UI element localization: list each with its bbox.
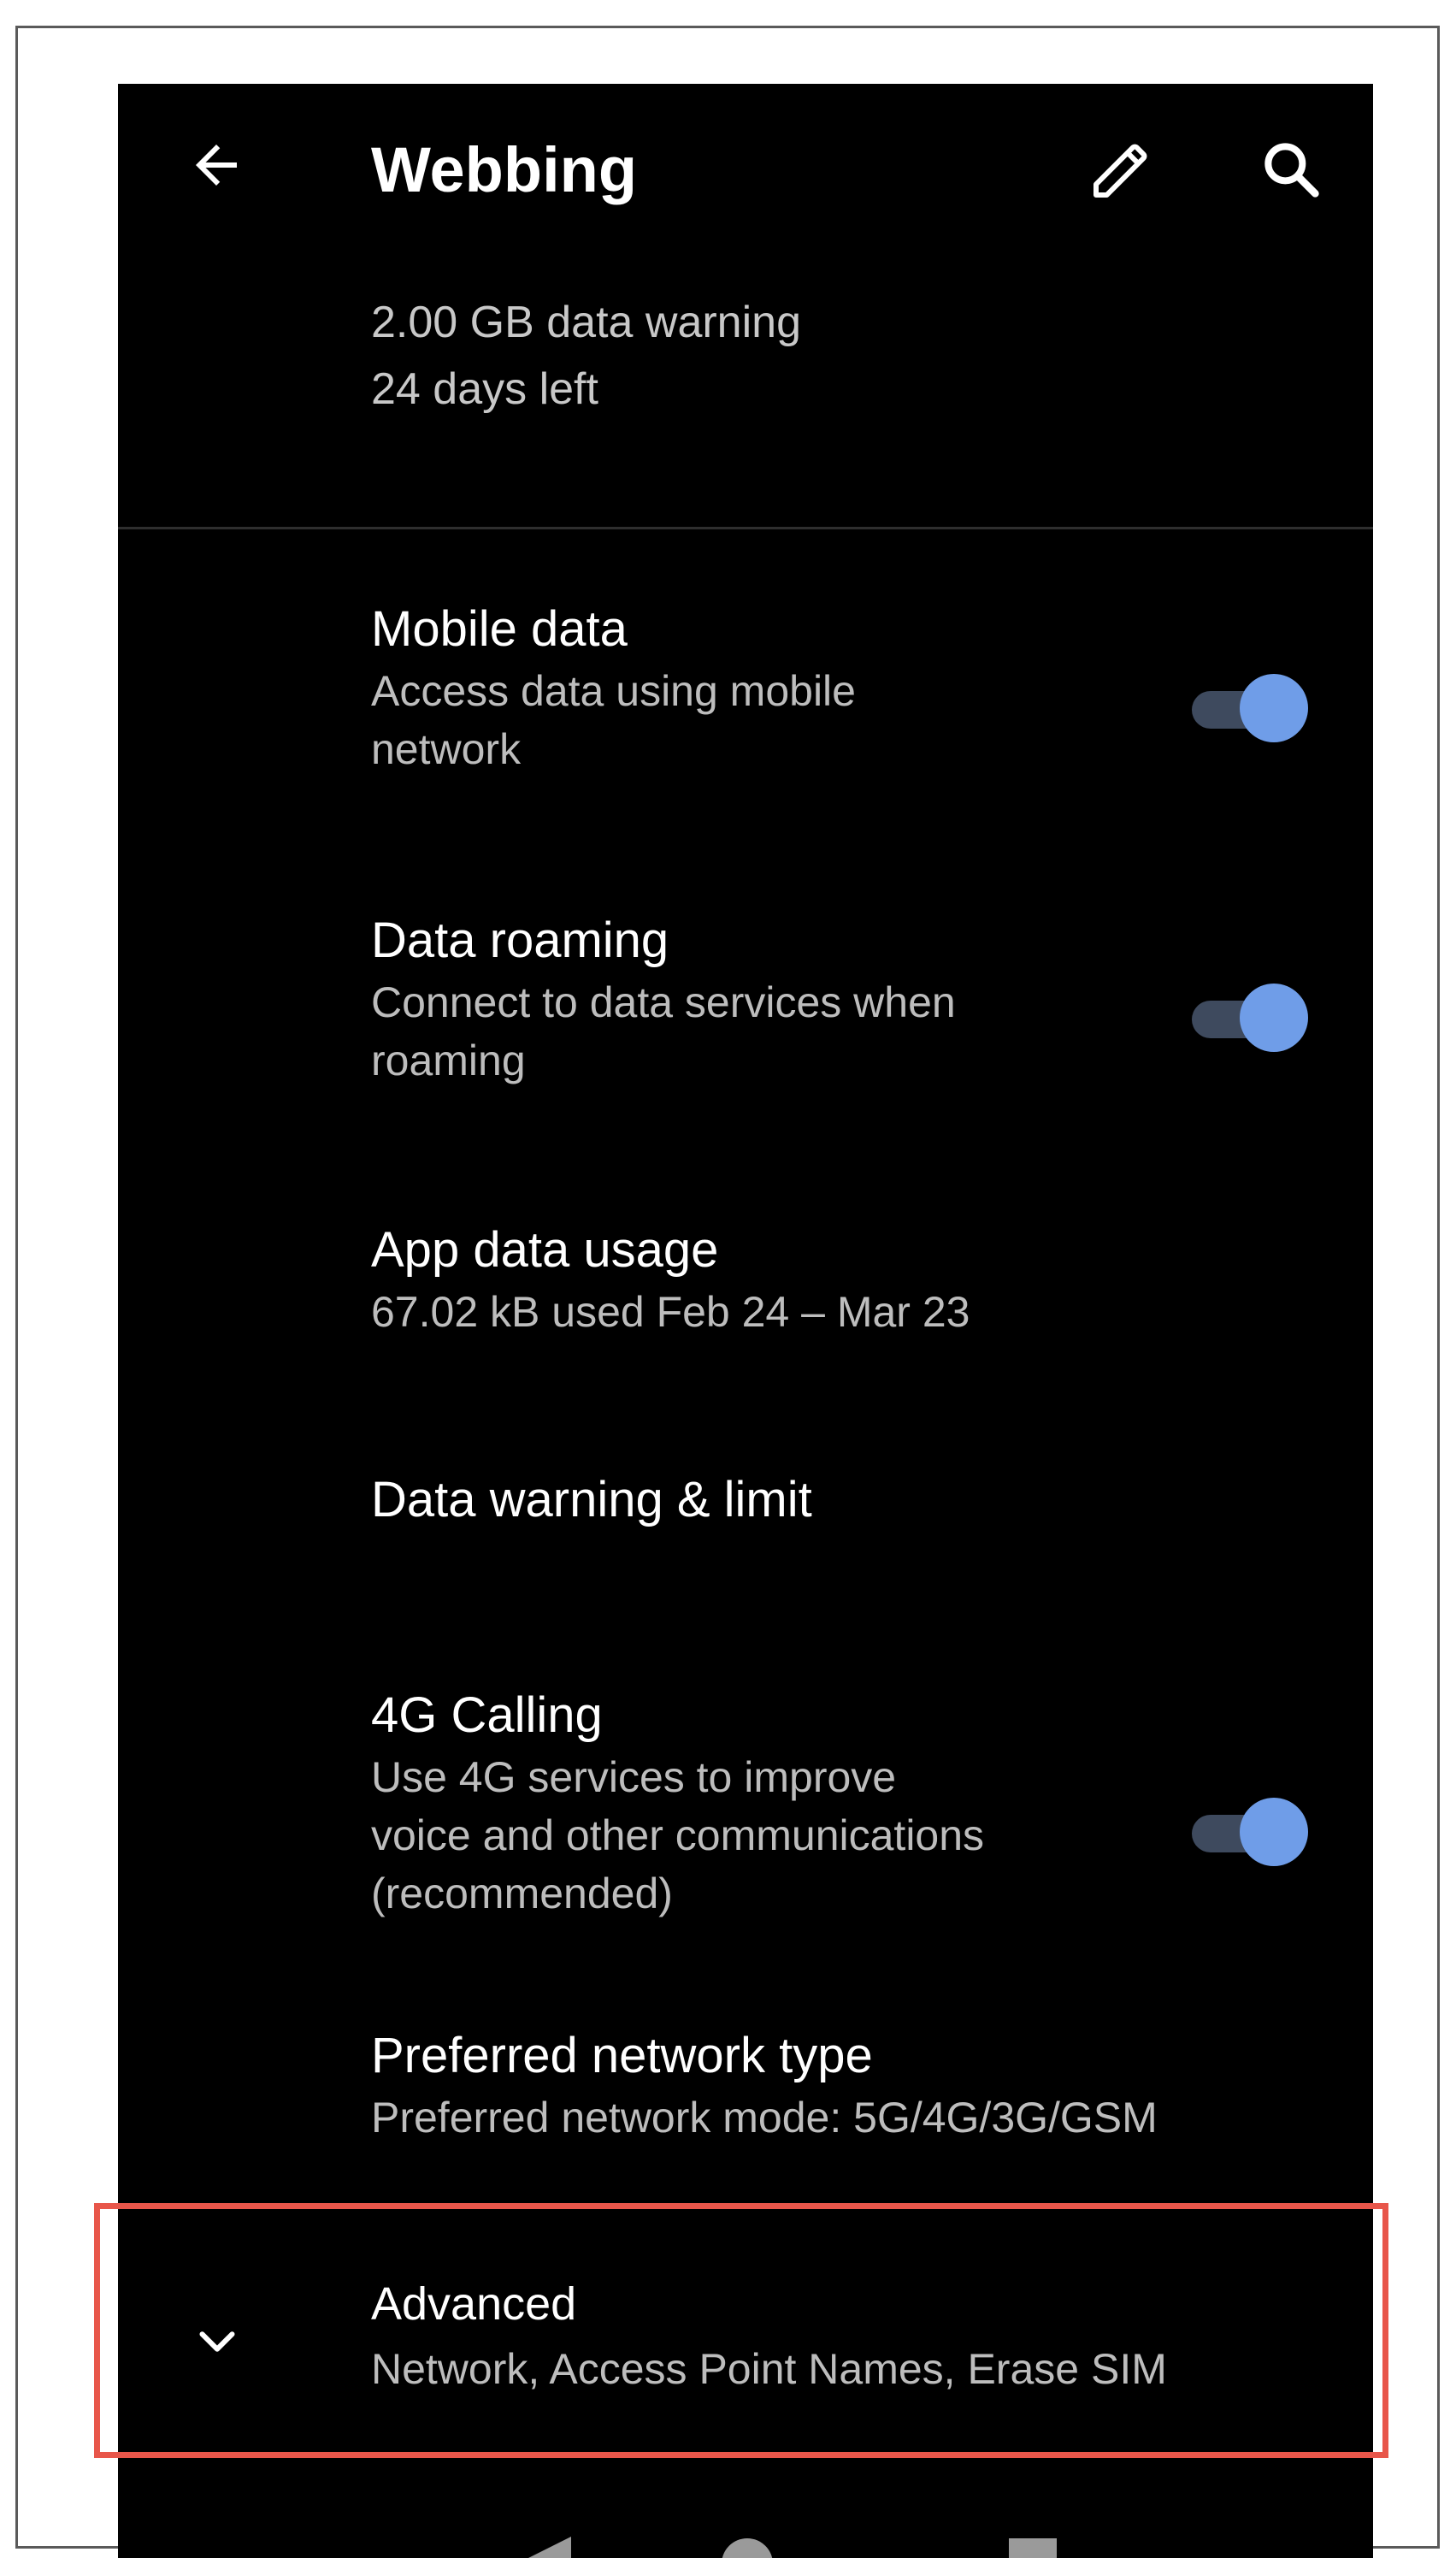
calling-4g-title: 4G Calling: [371, 1687, 603, 1743]
data-roaming-row[interactable]: Data roaming Connect to data services wh…: [118, 908, 1373, 1165]
days-left-text: 24 days left: [371, 364, 598, 414]
data-roaming-subtitle-1: Connect to data services when: [371, 978, 956, 1026]
toggle-thumb: [1240, 1798, 1308, 1866]
toggle-thumb: [1240, 984, 1308, 1052]
app-data-usage-text: App data usage 67.02 kB used Feb 24 – Ma…: [371, 1218, 970, 1341]
calling-4g-toggle[interactable]: [1192, 1798, 1308, 1866]
preferred-network-text: Preferred network type Preferred network…: [371, 2023, 1158, 2147]
nav-back-icon[interactable]: [520, 2537, 571, 2558]
data-warning-text: 2.00 GB data warning: [371, 298, 801, 347]
search-icon: [1264, 143, 1319, 198]
preferred-network-row[interactable]: Preferred network type Preferred network…: [118, 2023, 1373, 2177]
settings-screen: Webbing 2.00 GB data warning 24 days lef…: [118, 84, 1373, 2558]
section-divider: [118, 527, 1373, 529]
data-roaming-text: Data roaming Connect to data services wh…: [371, 908, 956, 1090]
mobile-data-subtitle-2: network: [371, 725, 522, 773]
mobile-data-toggle[interactable]: [1192, 674, 1308, 742]
data-roaming-toggle[interactable]: [1192, 984, 1308, 1052]
mobile-data-row[interactable]: Mobile data Access data using mobile net…: [118, 597, 1373, 854]
app-data-usage-title: App data usage: [371, 1222, 719, 1278]
data-warning-limit-title: Data warning & limit: [371, 1472, 812, 1527]
calling-4g-subtitle-1: Use 4G services to improve: [371, 1753, 897, 1801]
edit-button[interactable]: [1079, 127, 1164, 212]
calling-4g-subtitle-2: voice and other communications: [371, 1811, 985, 1859]
app-data-usage-row[interactable]: App data usage 67.02 kB used Feb 24 – Ma…: [118, 1218, 1373, 1372]
mobile-data-text: Mobile data Access data using mobile net…: [371, 597, 856, 778]
mobile-data-title: Mobile data: [371, 601, 628, 657]
system-navigation-bar: [118, 2530, 1373, 2558]
data-roaming-subtitle-2: roaming: [371, 1037, 526, 1084]
data-roaming-title: Data roaming: [371, 913, 669, 968]
calling-4g-subtitle-3: (recommended): [371, 1870, 673, 1917]
pencil-icon: [1093, 144, 1147, 198]
advanced-title: Advanced: [371, 2278, 577, 2330]
mobile-data-subtitle-1: Access data using mobile: [371, 667, 856, 715]
app-bar: Webbing: [118, 84, 1373, 263]
search-button[interactable]: [1248, 127, 1334, 212]
advanced-row[interactable]: Advanced Network, Access Point Names, Er…: [118, 2230, 1373, 2453]
back-button[interactable]: [178, 127, 255, 204]
chevron-down-icon: [199, 2331, 235, 2352]
preferred-network-title: Preferred network type: [371, 2028, 873, 2083]
page-title: Webbing: [371, 134, 638, 205]
expand-button[interactable]: [183, 2307, 251, 2376]
data-usage-summary: 2.00 GB data warning 24 days left: [371, 289, 801, 422]
data-warning-limit-row[interactable]: Data warning & limit: [118, 1468, 1373, 1587]
calling-4g-text: 4G Calling Use 4G services to improve vo…: [371, 1683, 984, 1923]
preferred-network-subtitle: Preferred network mode: 5G/4G/3G/GSM: [371, 2094, 1158, 2142]
arrow-back-icon: [196, 145, 237, 186]
app-data-usage-subtitle: 67.02 kB used Feb 24 – Mar 23: [371, 1288, 970, 1336]
toggle-thumb: [1240, 674, 1308, 742]
advanced-subtitle: Network, Access Point Names, Erase SIM: [371, 2345, 1167, 2393]
data-warning-limit-text: Data warning & limit: [371, 1468, 812, 1533]
nav-home-icon[interactable]: [722, 2538, 773, 2558]
nav-recents-icon[interactable]: [1009, 2538, 1057, 2558]
calling-4g-row[interactable]: 4G Calling Use 4G services to improve vo…: [118, 1683, 1373, 1991]
